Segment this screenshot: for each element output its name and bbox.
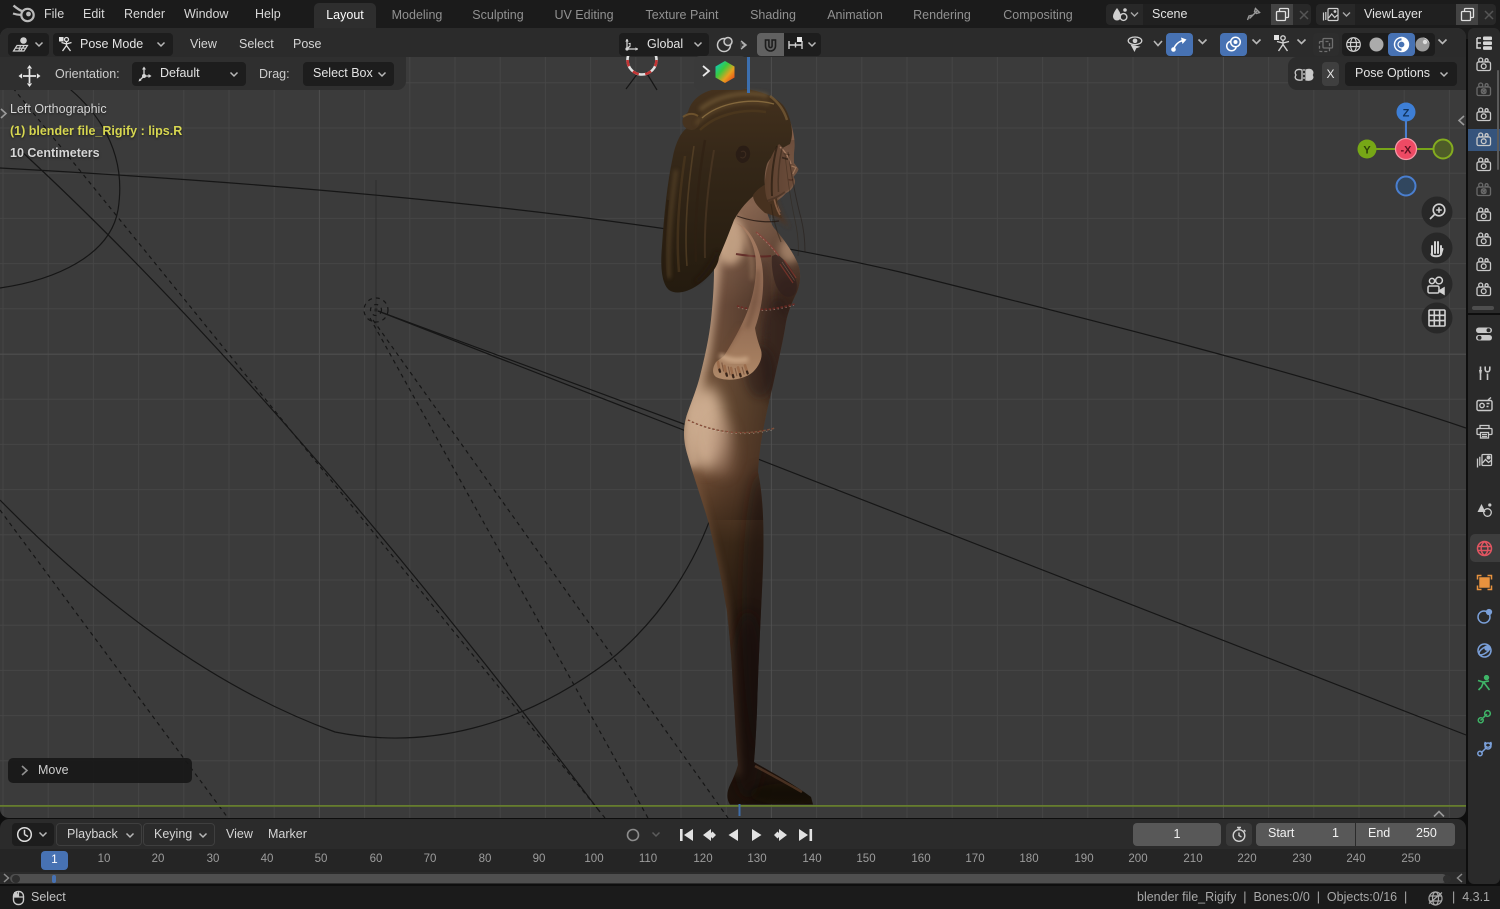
svg-text:Y: Y	[1363, 145, 1371, 157]
svg-text:Z: Z	[1403, 108, 1410, 120]
svg-text:-X: -X	[1401, 145, 1413, 157]
